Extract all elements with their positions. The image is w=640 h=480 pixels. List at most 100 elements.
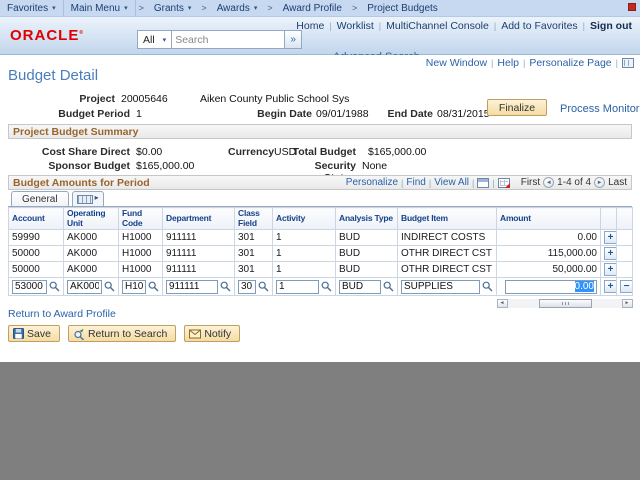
breadcrumb-grants[interactable]: Grants ▾ xyxy=(147,0,199,16)
cell-account: 50000 xyxy=(9,262,64,278)
notify-icon xyxy=(189,329,201,339)
favorites-menu-label: Favorites xyxy=(7,3,48,14)
nav-worklist-link[interactable]: Worklist xyxy=(337,20,374,32)
separator: | xyxy=(492,178,494,188)
pager-last-label[interactable]: Last xyxy=(608,177,627,188)
separator: | xyxy=(379,21,381,31)
save-button[interactable]: Save xyxy=(8,325,60,342)
amount-input[interactable]: 0.00 xyxy=(505,280,597,294)
breadcrumb-project-budgets[interactable]: Project Budgets xyxy=(360,0,445,16)
cost-share-label: Cost Share Direct xyxy=(8,146,130,158)
find-link[interactable]: Find xyxy=(406,177,425,188)
add-row-button[interactable]: + xyxy=(604,247,617,260)
scroll-left-button[interactable]: ◄ xyxy=(497,299,508,308)
notify-button-label: Notify xyxy=(204,328,231,340)
fund-code-input[interactable] xyxy=(122,280,146,294)
header-nav: Home | Worklist | MultiChannel Console |… xyxy=(296,20,632,32)
scroll-right-button[interactable]: ► xyxy=(622,299,633,308)
process-monitor-link[interactable]: Process Monitor xyxy=(560,103,639,115)
analysis-type-input[interactable] xyxy=(339,280,381,294)
lookup-icon[interactable] xyxy=(482,281,493,292)
operating-unit-input[interactable] xyxy=(67,280,102,294)
grid-section-header: Budget Amounts for Period Personalize | … xyxy=(8,175,632,190)
search-input[interactable] xyxy=(171,30,285,49)
zoom-grid-icon[interactable] xyxy=(477,178,489,188)
project-id: 20005646 xyxy=(121,93,168,105)
separator: | xyxy=(491,58,493,68)
grid-pager: First ◄ 1-4 of 4 ► Last xyxy=(521,177,627,188)
download-to-excel-icon[interactable] xyxy=(498,178,510,188)
budget-period-value: 1 xyxy=(136,108,142,120)
notify-button[interactable]: Notify xyxy=(184,325,240,342)
separator: | xyxy=(401,178,403,188)
cell-account: 50000 xyxy=(9,246,64,262)
pager-previous-button[interactable]: ◄ xyxy=(543,177,554,188)
breadcrumb-separator: > xyxy=(349,3,360,13)
col-analysis-type: Analysis Type xyxy=(336,208,398,230)
scrollbar-thumb[interactable] xyxy=(539,299,591,308)
view-all-link[interactable]: View All xyxy=(434,177,469,188)
return-to-search-button[interactable]: Return to Search xyxy=(68,325,176,342)
nav-add-to-favorites-link[interactable]: Add to Favorites xyxy=(501,20,577,32)
cell-department: 911111 xyxy=(163,246,235,262)
activity-input[interactable] xyxy=(276,280,319,294)
search-scope-dropdown[interactable]: All ▾ xyxy=(137,30,171,49)
add-row-button[interactable]: + xyxy=(604,231,617,244)
pager-first-label[interactable]: First xyxy=(521,177,540,188)
summary-section-header: Project Budget Summary xyxy=(8,124,632,139)
sign-out-link[interactable]: Sign out xyxy=(590,20,632,32)
breadcrumb-award-profile[interactable]: Award Profile xyxy=(276,0,349,16)
cell-department: 911111 xyxy=(163,230,235,246)
sponsor-budget-label: Sponsor Budget xyxy=(8,160,130,172)
lookup-icon[interactable] xyxy=(258,281,269,292)
breadcrumb-grants-label: Grants xyxy=(154,3,184,14)
account-input[interactable] xyxy=(12,280,47,294)
department-input[interactable] xyxy=(166,280,218,294)
breadcrumb-awards[interactable]: Awards ▾ xyxy=(210,0,265,16)
scrollbar-track[interactable] xyxy=(508,299,622,308)
end-date-value: 08/31/2015 xyxy=(437,108,490,120)
nav-multichannel-link[interactable]: MultiChannel Console xyxy=(386,20,489,32)
budget-amounts-table: Account Operating Unit Fund Code Departm… xyxy=(8,207,633,311)
return-to-search-button-label: Return to Search xyxy=(88,328,167,340)
return-to-award-profile-link[interactable]: Return to Award Profile xyxy=(8,308,116,320)
breadcrumb-award-profile-label: Award Profile xyxy=(283,3,342,14)
budget-item-input[interactable] xyxy=(401,280,480,294)
favorites-menu[interactable]: Favorites ▾ xyxy=(0,0,63,16)
tab-show-all-columns[interactable] xyxy=(72,191,104,206)
class-field-input[interactable] xyxy=(238,280,256,294)
personalize-link[interactable]: Personalize xyxy=(346,177,398,188)
separator: | xyxy=(472,178,474,188)
col-fund-code: Fund Code xyxy=(119,208,163,230)
grid-section-title: Budget Amounts for Period xyxy=(9,177,150,189)
finalize-button[interactable]: Finalize xyxy=(487,99,547,116)
cell-account: 59990 xyxy=(9,230,64,246)
tab-general[interactable]: General xyxy=(11,191,69,206)
personalize-page-link[interactable]: Personalize Page xyxy=(529,57,611,69)
breadcrumb-awards-label: Awards xyxy=(217,3,250,14)
cell-operating-unit: AK000 xyxy=(64,230,119,246)
lookup-icon[interactable] xyxy=(383,281,394,292)
search-submit-button[interactable]: » xyxy=(285,30,302,49)
col-amount: Amount xyxy=(497,208,601,230)
lookup-icon[interactable] xyxy=(321,281,332,292)
main-menu[interactable]: Main Menu ▾ xyxy=(63,0,136,16)
add-row-button[interactable]: + xyxy=(604,263,617,276)
lookup-icon[interactable] xyxy=(104,281,115,292)
save-icon xyxy=(13,328,24,339)
help-link[interactable]: Help xyxy=(497,57,519,69)
add-row-button[interactable]: + xyxy=(604,280,617,293)
lookup-icon[interactable] xyxy=(220,281,231,292)
lookup-icon[interactable] xyxy=(49,281,60,292)
table-edit-row: 0.00 + − xyxy=(9,278,633,296)
lookup-icon[interactable] xyxy=(148,281,159,292)
table-row: 50000 AK000 H1000 911111 301 1 BUD OTHR … xyxy=(9,246,633,262)
delete-row-button[interactable]: − xyxy=(620,280,633,293)
search-scope-value: All xyxy=(143,34,155,46)
chevron-down-icon: ▾ xyxy=(188,4,192,12)
separator: | xyxy=(494,21,496,31)
new-window-link[interactable]: New Window xyxy=(426,57,487,69)
col-budget-item: Budget Item xyxy=(398,208,497,230)
pager-next-button[interactable]: ► xyxy=(594,177,605,188)
page-layout-icon[interactable] xyxy=(622,58,634,68)
